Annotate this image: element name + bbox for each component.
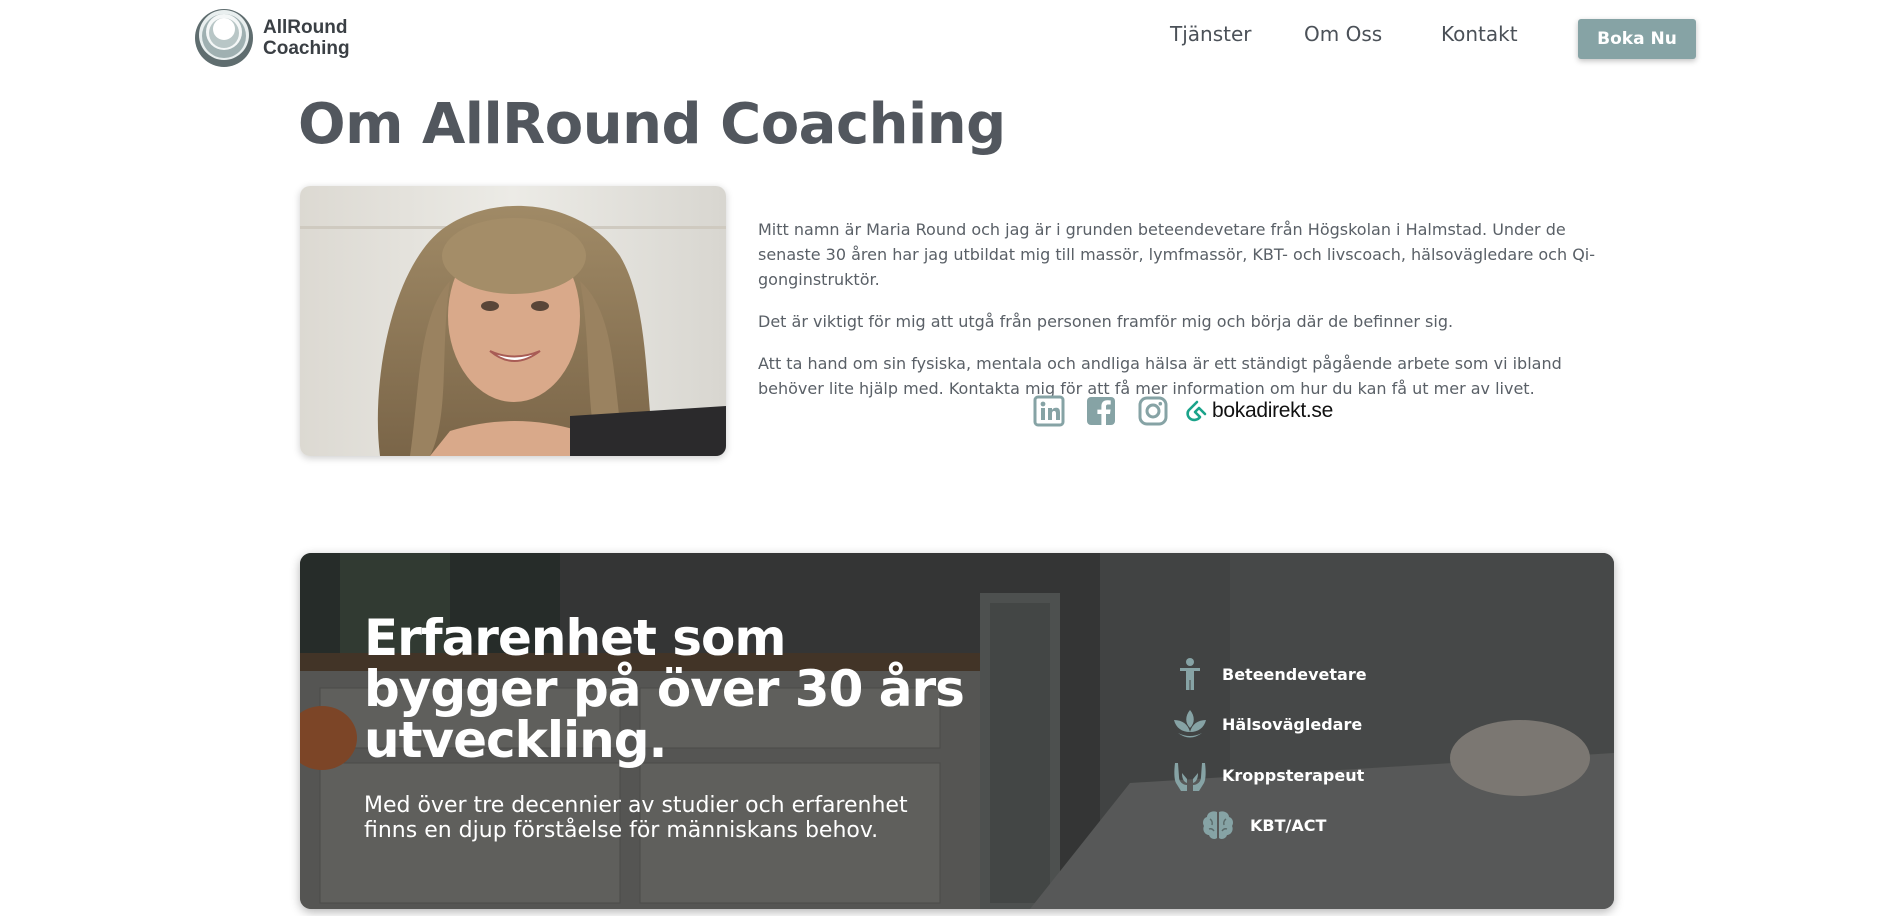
nav-link-kontakt[interactable]: Kontakt <box>1441 22 1518 56</box>
person-icon <box>1180 658 1200 690</box>
banner-title: Erfarenhet som bygger på över 30 års utv… <box>364 609 965 769</box>
feature-label: Kroppsterapeut <box>1222 765 1365 785</box>
portrait-photo <box>300 186 726 456</box>
bio-text: Mitt namn är Maria Round och jag är i gr… <box>758 217 1608 418</box>
linkedin-icon <box>1033 395 1065 427</box>
book-now-button[interactable]: Boka Nu <box>1578 19 1696 59</box>
lotus-icon <box>1174 710 1206 738</box>
brain-icon <box>1203 811 1233 839</box>
feature-label: KBT/ACT <box>1250 815 1327 835</box>
feature-item: Beteendevetare <box>1172 654 1367 694</box>
nav-link-tjanster[interactable]: Tjänster <box>1170 22 1252 56</box>
hands-icon <box>1174 763 1206 791</box>
instagram-link[interactable] <box>1137 395 1189 427</box>
bokadirekt-logo-icon <box>1186 400 1207 422</box>
feature-item: Hälsovägledare <box>1172 704 1362 744</box>
social-links: bokadirekt.se <box>1033 394 1333 428</box>
bio-paragraph: Det är viktigt för mig att utgå från per… <box>758 312 1454 331</box>
logo-text: AllRound Coaching <box>263 17 350 59</box>
feature-item: KBT/ACT <box>1200 805 1326 845</box>
feature-item: Kroppsterapeut <box>1172 755 1364 795</box>
logo-line-1: AllRound <box>263 17 348 38</box>
facebook-icon <box>1087 397 1115 425</box>
instagram-icon <box>1138 396 1168 426</box>
bio-paragraph: Mitt namn är Maria Round och jag är i gr… <box>758 220 1596 289</box>
logo-icon <box>195 9 253 67</box>
nav-link-om-oss[interactable]: Om Oss <box>1304 22 1382 56</box>
banner-subtitle: Med över tre decennier av studier och er… <box>364 793 908 843</box>
experience-banner: Erfarenhet som bygger på över 30 års utv… <box>300 553 1614 909</box>
bokadirekt-label: bokadirekt.se <box>1212 399 1334 422</box>
page-title: Om AllRound Coaching <box>298 92 1006 157</box>
site-header: AllRound Coaching Tjänster Om Oss Kontak… <box>0 0 1896 78</box>
logo-line-2: Coaching <box>263 38 350 59</box>
feature-label: Beteendevetare <box>1222 664 1367 684</box>
linkedin-link[interactable] <box>1033 395 1085 427</box>
logo-link[interactable]: AllRound Coaching <box>193 7 350 69</box>
feature-label: Hälsovägledare <box>1222 714 1363 734</box>
bokadirekt-link[interactable]: bokadirekt.se <box>1185 399 1333 423</box>
facebook-link[interactable] <box>1085 395 1137 427</box>
